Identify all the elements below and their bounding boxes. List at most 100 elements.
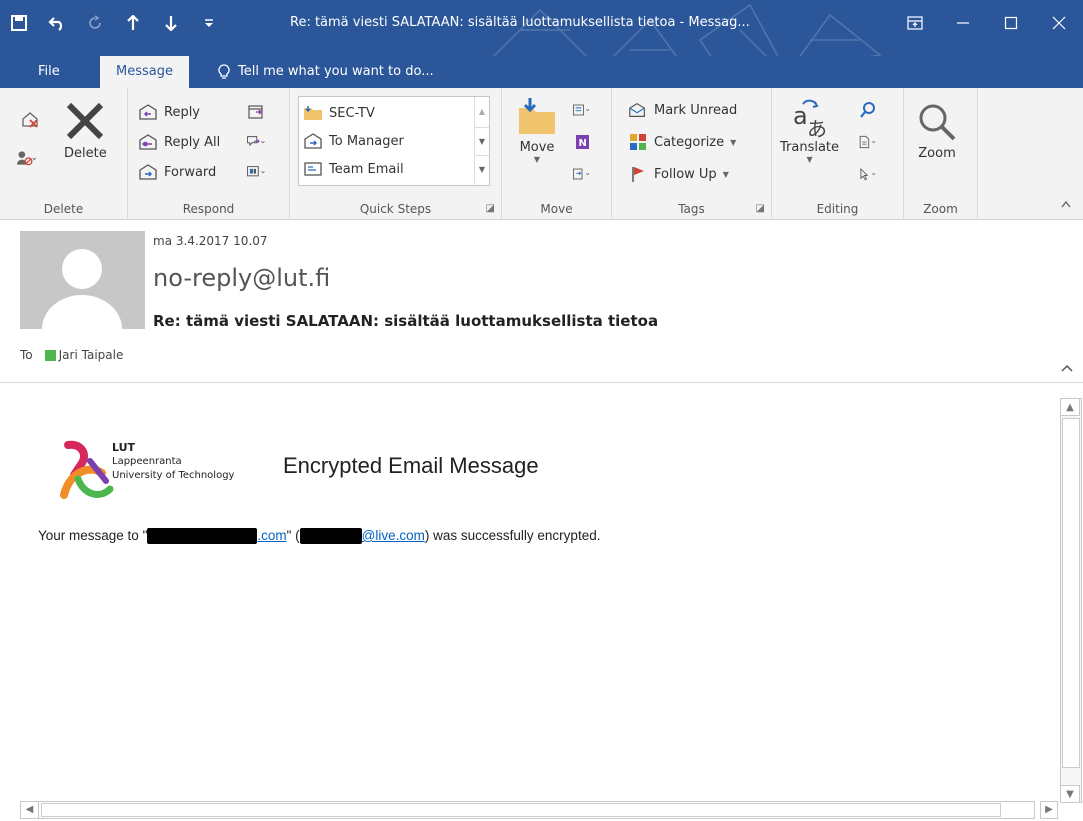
reply-icon <box>138 102 158 122</box>
find-button[interactable] <box>858 100 878 120</box>
onenote-button[interactable]: N <box>572 132 592 152</box>
gallery-up-arrow[interactable]: ▲ <box>475 97 489 127</box>
msg-mid: " ( <box>286 528 300 543</box>
move-dropdown-icon: ▼ <box>533 155 541 164</box>
forward-icon <box>138 162 158 182</box>
move-label: Move <box>519 140 555 155</box>
move-button[interactable]: Move ▼ <box>516 96 558 164</box>
quick-step-sec-tv[interactable]: SEC-TV <box>303 103 375 123</box>
translate-label: Translate <box>780 140 840 155</box>
related-icon <box>858 132 878 152</box>
ignore-icon <box>20 110 40 130</box>
horizontal-scroll-thumb[interactable] <box>41 803 1001 817</box>
select-button[interactable] <box>858 164 878 184</box>
lightbulb-icon <box>218 64 230 79</box>
categorize-label: Categorize <box>654 134 725 150</box>
translate-dropdown-icon: ▼ <box>806 155 813 164</box>
vertical-scrollbar[interactable]: ▲ ▼ <box>1060 398 1082 803</box>
vertical-scroll-thumb[interactable] <box>1062 418 1080 768</box>
rules-button[interactable] <box>572 100 592 120</box>
link1-text: .com <box>257 528 287 543</box>
dialog-launcher-icon[interactable]: ◪ <box>486 203 495 214</box>
categorize-button[interactable]: Categorize ▼ <box>628 132 736 152</box>
sent-date: ma 3.4.2017 10.07 <box>153 234 268 248</box>
move-folder-icon <box>519 98 555 134</box>
zoom-button[interactable]: Zoom <box>916 102 958 161</box>
customize-qat-icon[interactable] <box>190 0 228 46</box>
translate-icon: a あ <box>793 99 827 138</box>
undo-icon[interactable] <box>38 0 76 46</box>
scroll-right-icon[interactable]: ▶ <box>1040 801 1058 819</box>
person-placeholder-icon <box>20 231 145 329</box>
scroll-up-icon[interactable]: ▲ <box>1060 398 1080 416</box>
tell-me-label: Tell me what you want to do... <box>238 64 434 79</box>
follow-up-button[interactable]: Follow Up ▼ <box>628 164 729 184</box>
forward-button[interactable]: Forward <box>138 162 216 182</box>
previous-item-icon[interactable] <box>114 0 152 46</box>
group-label-move: Move <box>540 202 573 216</box>
onenote-icon: N <box>572 132 592 152</box>
minimize-icon[interactable] <box>939 0 987 46</box>
gallery-down-arrow[interactable]: ▼ <box>475 127 489 155</box>
translate-button[interactable]: a あ Translate ▼ <box>780 98 839 164</box>
scroll-down-icon[interactable]: ▼ <box>1060 785 1080 803</box>
junk-button[interactable] <box>16 148 36 168</box>
quick-step-label: SEC-TV <box>329 105 375 121</box>
recipient-link-1[interactable]: .com <box>147 528 287 545</box>
ignore-button[interactable] <box>20 110 40 130</box>
close-icon[interactable] <box>1035 0 1083 46</box>
message-header: ma 3.4.2017 10.07 no-reply@lut.fi Re: tä… <box>0 220 1083 383</box>
tell-me-search[interactable]: Tell me what you want to do... <box>218 56 434 88</box>
svg-text:N: N <box>579 138 587 149</box>
collapse-header-icon[interactable] <box>1061 360 1073 376</box>
recipient-link-2[interactable]: @live.com <box>299 528 425 545</box>
meeting-button[interactable] <box>246 102 266 122</box>
zoom-label: Zoom <box>918 146 956 161</box>
redo-icon[interactable] <box>76 0 114 46</box>
categorize-dropdown-icon: ▼ <box>730 137 737 147</box>
flag-icon <box>628 164 648 184</box>
more-respond-icon <box>246 162 266 182</box>
sender-avatar[interactable] <box>20 231 145 329</box>
next-item-icon[interactable] <box>152 0 190 46</box>
collapse-ribbon-icon[interactable] <box>1061 198 1071 211</box>
im-reply-button[interactable] <box>246 132 266 152</box>
msg-suffix: ) was successfully encrypted. <box>424 528 601 543</box>
svg-text:a: a <box>793 102 808 130</box>
actions-button[interactable] <box>572 164 592 184</box>
horizontal-scrollbar[interactable]: ◀ <box>20 801 1035 819</box>
redaction <box>147 528 258 545</box>
presence-indicator-icon <box>44 349 56 361</box>
quick-step-label: To Manager <box>329 133 404 149</box>
save-icon[interactable] <box>0 0 38 46</box>
mark-unread-icon <box>628 100 648 120</box>
reply-button[interactable]: Reply <box>138 102 200 122</box>
dialog-launcher-icon[interactable]: ◪ <box>756 203 765 214</box>
team-email-icon <box>303 159 323 179</box>
maximize-icon[interactable] <box>987 0 1035 46</box>
ribbon-display-options-icon[interactable] <box>891 0 939 46</box>
sender-address[interactable]: no-reply@lut.fi <box>153 264 330 292</box>
related-button[interactable] <box>858 132 878 152</box>
gallery-scroll[interactable]: ▲ ▼ ▼ <box>474 97 489 185</box>
quick-step-to-manager[interactable]: To Manager <box>303 131 404 151</box>
group-delete: Delete Delete <box>0 88 128 220</box>
tab-message[interactable]: Message <box>100 56 189 88</box>
reply-label: Reply <box>164 104 201 120</box>
scroll-left-icon[interactable]: ◀ <box>21 802 39 818</box>
group-label-editing: Editing <box>816 202 859 216</box>
gallery-more-arrow[interactable]: ▼ <box>475 155 489 183</box>
find-icon <box>858 100 878 120</box>
group-label-tags: Tags <box>678 202 705 216</box>
title-bar: Re: tämä viesti SALATAAN: sisältää luott… <box>0 0 1083 56</box>
group-label-delete: Delete <box>43 202 84 216</box>
recipient[interactable]: Jari Taipale <box>44 348 123 362</box>
quick-step-team-email[interactable]: Team Email <box>303 159 404 179</box>
actions-icon <box>572 164 592 184</box>
reply-all-button[interactable]: Reply All <box>138 132 220 152</box>
to-label: To <box>20 348 33 362</box>
tab-file[interactable]: File <box>38 56 60 88</box>
more-respond-button[interactable] <box>246 162 266 182</box>
mark-unread-button[interactable]: Mark Unread <box>628 100 737 120</box>
delete-button[interactable]: Delete <box>64 100 107 161</box>
